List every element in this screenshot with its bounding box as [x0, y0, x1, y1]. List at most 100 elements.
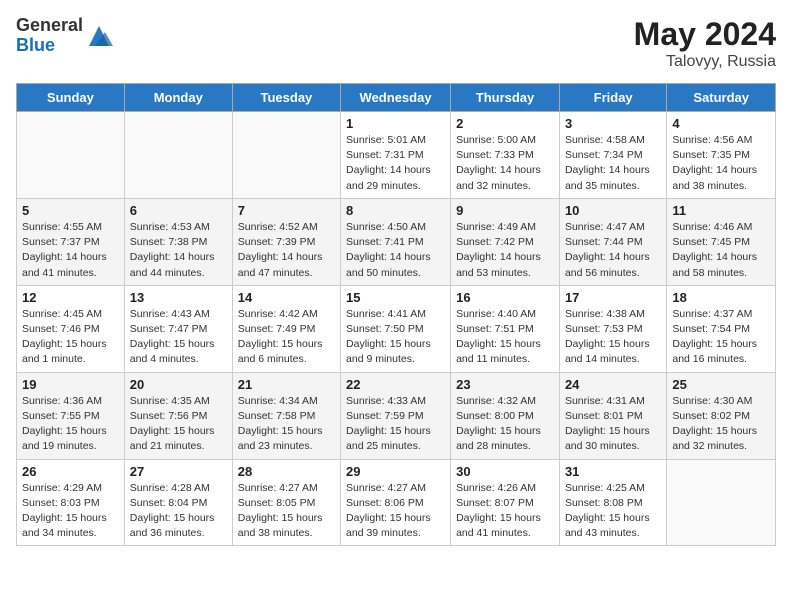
day-info: Sunrise: 4:36 AM Sunset: 7:55 PM Dayligh…	[22, 394, 119, 455]
day-number: 5	[22, 203, 119, 218]
day-info: Sunrise: 4:41 AM Sunset: 7:50 PM Dayligh…	[346, 307, 445, 368]
calendar-day-cell: 4Sunrise: 4:56 AM Sunset: 7:35 PM Daylig…	[667, 112, 776, 199]
calendar-table: SundayMondayTuesdayWednesdayThursdayFrid…	[16, 83, 776, 546]
day-number: 10	[565, 203, 661, 218]
calendar-day-cell: 8 Sunrise: 4:50 AM Sunset: 7:41 PM Daylig…	[341, 198, 451, 285]
day-number: 31	[565, 464, 661, 479]
day-info: Sunrise: 4:43 AM Sunset: 7:47 PM Dayligh…	[130, 307, 227, 368]
day-number: 11	[672, 203, 770, 218]
day-number: 6	[130, 203, 227, 218]
day-info: Sunrise: 4:49 AM Sunset: 7:42 PM Dayligh…	[456, 220, 554, 281]
calendar-day-cell: 9 Sunrise: 4:49 AM Sunset: 7:42 PM Daylig…	[451, 198, 560, 285]
day-number: 25	[672, 377, 770, 392]
day-number: 9	[456, 203, 554, 218]
day-of-week-header: Monday	[124, 84, 232, 112]
day-number: 15	[346, 290, 445, 305]
day-number: 29	[346, 464, 445, 479]
calendar-day-cell	[124, 112, 232, 199]
day-info: Sunrise: 4:53 AM Sunset: 7:38 PM Dayligh…	[130, 220, 227, 281]
calendar-day-cell: 14Sunrise: 4:42 AM Sunset: 7:49 PM Dayli…	[232, 285, 340, 372]
day-number: 22	[346, 377, 445, 392]
month-year-title: May 2024	[634, 16, 776, 53]
day-info: Sunrise: 4:25 AM Sunset: 8:08 PM Dayligh…	[565, 481, 661, 542]
day-number: 24	[565, 377, 661, 392]
logo-icon	[85, 22, 113, 50]
calendar-day-cell	[17, 112, 125, 199]
day-number: 1	[346, 116, 445, 131]
calendar-day-cell: 6 Sunrise: 4:53 AM Sunset: 7:38 PM Daylig…	[124, 198, 232, 285]
calendar-day-cell: 15 Sunrise: 4:41 AM Sunset: 7:50 PM Dayli…	[341, 285, 451, 372]
day-info: Sunrise: 4:28 AM Sunset: 8:04 PM Dayligh…	[130, 481, 227, 542]
calendar-week-row: 26 Sunrise: 4:29 AM Sunset: 8:03 PM Dayli…	[17, 459, 776, 546]
day-number: 23	[456, 377, 554, 392]
day-info: Sunrise: 5:00 AM Sunset: 7:33 PM Dayligh…	[456, 133, 554, 194]
day-info: Sunrise: 4:37 AM Sunset: 7:54 PM Dayligh…	[672, 307, 770, 368]
calendar-day-cell: 24 Sunrise: 4:31 AM Sunset: 8:01 PM Dayli…	[559, 372, 666, 459]
logo-blue-text: Blue	[16, 35, 55, 55]
day-number: 13	[130, 290, 227, 305]
calendar-day-cell	[232, 112, 340, 199]
day-info: Sunrise: 4:46 AM Sunset: 7:45 PM Dayligh…	[672, 220, 770, 281]
title-block: May 2024 Talovyy, Russia	[634, 16, 776, 71]
day-of-week-header: Wednesday	[341, 84, 451, 112]
calendar-day-cell: 12Sunrise: 4:45 AM Sunset: 7:46 PM Dayli…	[17, 285, 125, 372]
calendar-day-cell: 19 Sunrise: 4:36 AM Sunset: 7:55 PM Dayli…	[17, 372, 125, 459]
day-info: Sunrise: 4:55 AM Sunset: 7:37 PM Dayligh…	[22, 220, 119, 281]
day-info: Sunrise: 4:50 AM Sunset: 7:41 PM Dayligh…	[346, 220, 445, 281]
day-number: 8	[346, 203, 445, 218]
calendar-day-cell: 31 Sunrise: 4:25 AM Sunset: 8:08 PM Dayli…	[559, 459, 666, 546]
calendar-week-row: 12Sunrise: 4:45 AM Sunset: 7:46 PM Dayli…	[17, 285, 776, 372]
calendar-day-cell: 18 Sunrise: 4:37 AM Sunset: 7:54 PM Dayli…	[667, 285, 776, 372]
calendar-day-cell: 11 Sunrise: 4:46 AM Sunset: 7:45 PM Dayli…	[667, 198, 776, 285]
day-of-week-header: Saturday	[667, 84, 776, 112]
calendar-day-cell: 29Sunrise: 4:27 AM Sunset: 8:06 PM Dayli…	[341, 459, 451, 546]
calendar-day-cell: 1 Sunrise: 5:01 AM Sunset: 7:31 PM Daylig…	[341, 112, 451, 199]
day-of-week-header: Sunday	[17, 84, 125, 112]
day-number: 12	[22, 290, 119, 305]
day-number: 2	[456, 116, 554, 131]
calendar-day-cell: 27Sunrise: 4:28 AM Sunset: 8:04 PM Dayli…	[124, 459, 232, 546]
day-number: 18	[672, 290, 770, 305]
day-info: Sunrise: 4:47 AM Sunset: 7:44 PM Dayligh…	[565, 220, 661, 281]
calendar-day-cell: 13 Sunrise: 4:43 AM Sunset: 7:47 PM Dayli…	[124, 285, 232, 372]
day-number: 26	[22, 464, 119, 479]
day-info: Sunrise: 4:27 AM Sunset: 8:05 PM Dayligh…	[238, 481, 335, 542]
calendar-day-cell: 25Sunrise: 4:30 AM Sunset: 8:02 PM Dayli…	[667, 372, 776, 459]
calendar-day-cell: 5 Sunrise: 4:55 AM Sunset: 7:37 PM Daylig…	[17, 198, 125, 285]
day-info: Sunrise: 4:29 AM Sunset: 8:03 PM Dayligh…	[22, 481, 119, 542]
day-info: Sunrise: 4:26 AM Sunset: 8:07 PM Dayligh…	[456, 481, 554, 542]
calendar-day-cell: 22 Sunrise: 4:33 AM Sunset: 7:59 PM Dayli…	[341, 372, 451, 459]
day-number: 30	[456, 464, 554, 479]
calendar-day-cell: 3 Sunrise: 4:58 AM Sunset: 7:34 PM Daylig…	[559, 112, 666, 199]
days-of-week-row: SundayMondayTuesdayWednesdayThursdayFrid…	[17, 84, 776, 112]
day-info: Sunrise: 4:32 AM Sunset: 8:00 PM Dayligh…	[456, 394, 554, 455]
day-info: Sunrise: 4:52 AM Sunset: 7:39 PM Dayligh…	[238, 220, 335, 281]
calendar-day-cell: 26 Sunrise: 4:29 AM Sunset: 8:03 PM Dayli…	[17, 459, 125, 546]
calendar-header: SundayMondayTuesdayWednesdayThursdayFrid…	[17, 84, 776, 112]
location-subtitle: Talovyy, Russia	[634, 53, 776, 71]
day-info: Sunrise: 4:31 AM Sunset: 8:01 PM Dayligh…	[565, 394, 661, 455]
day-info: Sunrise: 4:35 AM Sunset: 7:56 PM Dayligh…	[130, 394, 227, 455]
calendar-week-row: 5 Sunrise: 4:55 AM Sunset: 7:37 PM Daylig…	[17, 198, 776, 285]
day-info: Sunrise: 4:40 AM Sunset: 7:51 PM Dayligh…	[456, 307, 554, 368]
calendar-day-cell: 20 Sunrise: 4:35 AM Sunset: 7:56 PM Dayli…	[124, 372, 232, 459]
calendar-day-cell: 16Sunrise: 4:40 AM Sunset: 7:51 PM Dayli…	[451, 285, 560, 372]
day-info: Sunrise: 4:34 AM Sunset: 7:58 PM Dayligh…	[238, 394, 335, 455]
day-number: 3	[565, 116, 661, 131]
day-info: Sunrise: 5:01 AM Sunset: 7:31 PM Dayligh…	[346, 133, 445, 194]
day-number: 20	[130, 377, 227, 392]
calendar-day-cell: 2 Sunrise: 5:00 AM Sunset: 7:33 PM Daylig…	[451, 112, 560, 199]
calendar-day-cell	[667, 459, 776, 546]
day-number: 21	[238, 377, 335, 392]
calendar-day-cell: 7 Sunrise: 4:52 AM Sunset: 7:39 PM Daylig…	[232, 198, 340, 285]
calendar-week-row: 1 Sunrise: 5:01 AM Sunset: 7:31 PM Daylig…	[17, 112, 776, 199]
calendar-body: 1 Sunrise: 5:01 AM Sunset: 7:31 PM Daylig…	[17, 112, 776, 546]
page-header: General Blue May 2024 Talovyy, Russia	[16, 16, 776, 71]
calendar-week-row: 19 Sunrise: 4:36 AM Sunset: 7:55 PM Dayli…	[17, 372, 776, 459]
day-of-week-header: Thursday	[451, 84, 560, 112]
day-number: 7	[238, 203, 335, 218]
day-info: Sunrise: 4:58 AM Sunset: 7:34 PM Dayligh…	[565, 133, 661, 194]
day-number: 19	[22, 377, 119, 392]
day-info: Sunrise: 4:33 AM Sunset: 7:59 PM Dayligh…	[346, 394, 445, 455]
calendar-day-cell: 10 Sunrise: 4:47 AM Sunset: 7:44 PM Dayli…	[559, 198, 666, 285]
